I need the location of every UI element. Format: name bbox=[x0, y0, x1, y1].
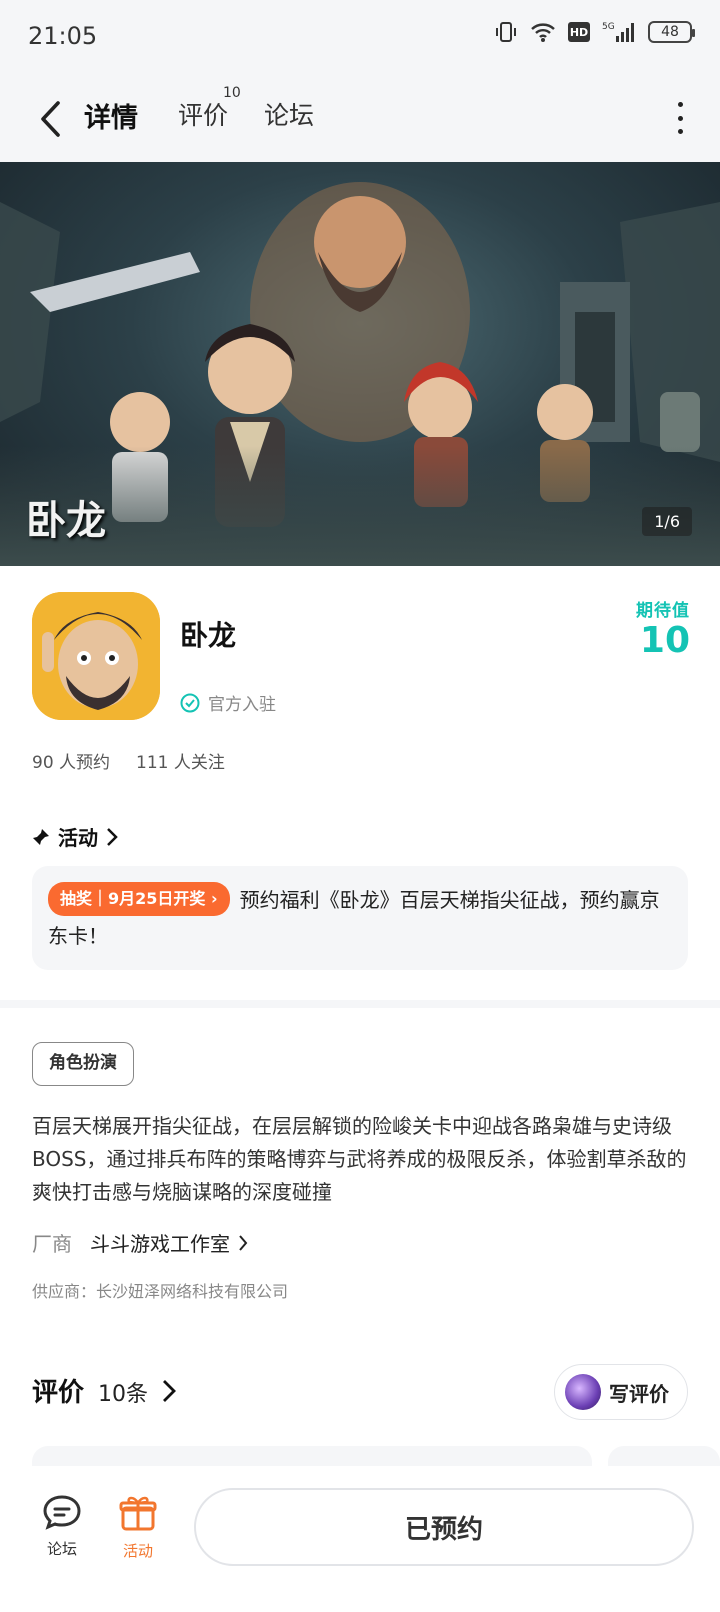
app-icon-artwork bbox=[32, 592, 160, 720]
tab-forum[interactable]: 论坛 bbox=[264, 96, 314, 132]
status-time: 21:05 bbox=[28, 22, 98, 50]
section-divider bbox=[0, 1000, 720, 1008]
app-name: 卧龙 bbox=[180, 619, 237, 652]
genre-tag[interactable]: 角色扮演 bbox=[32, 1042, 134, 1086]
bottom-tab-activity[interactable]: 活动 bbox=[112, 1494, 164, 1561]
write-review-label: 写评价 bbox=[609, 1381, 669, 1406]
activity-card[interactable]: 抽奖｜9月25日开奖 › 预约福利《卧龙》百层天梯指尖征战，预约赢京东卡！ bbox=[32, 866, 688, 970]
reserved-button[interactable]: 已预约 bbox=[194, 1488, 694, 1566]
vendor-label: 厂商 bbox=[32, 1232, 72, 1256]
write-review-button[interactable]: 写评价 bbox=[554, 1364, 688, 1420]
reviews-count: 10条 bbox=[98, 1382, 149, 1407]
more-button[interactable] bbox=[670, 98, 690, 138]
wifi-icon bbox=[531, 23, 555, 42]
user-avatar bbox=[565, 1374, 601, 1410]
status-icons: HD 5G 48 bbox=[494, 20, 695, 44]
follower-count: 111 人关注 bbox=[136, 753, 225, 773]
game-description: 百层天梯展开指尖征战，在层层解锁的险峻关卡中迎战各路枭雄与史诗级BOSS，通过排… bbox=[32, 1114, 687, 1204]
signal-icon: 5G bbox=[602, 22, 634, 42]
supplier-info: 供应商：长沙妞泽网络科技有限公司 bbox=[32, 1282, 289, 1301]
nav-bar: 详情 评价 10 论坛 bbox=[0, 76, 720, 162]
official-label: 官方入驻 bbox=[208, 695, 276, 715]
check-circle-icon bbox=[180, 693, 200, 712]
back-icon bbox=[41, 101, 60, 137]
chevron-right-icon bbox=[239, 1234, 248, 1251]
stats-row: 90 人预约 111 人关注 bbox=[32, 748, 225, 773]
bottom-bar: 论坛 活动 已预约 bbox=[0, 1466, 720, 1612]
vendor-name: 斗斗游戏工作室 bbox=[90, 1232, 230, 1256]
expectation-score: 期待值 10 bbox=[636, 596, 690, 661]
more-icon bbox=[677, 102, 683, 107]
official-badge: 官方入驻 bbox=[180, 690, 276, 715]
pin-icon bbox=[33, 828, 49, 845]
hd-badge: HD bbox=[568, 22, 590, 42]
activity-title: 活动 bbox=[58, 826, 98, 850]
tab-reviews-count: 10 bbox=[223, 85, 241, 101]
reviews-header[interactable]: 评价 10条 bbox=[32, 1372, 176, 1409]
lottery-tag: 抽奖｜9月25日开奖 › bbox=[48, 882, 230, 916]
vibrate-icon bbox=[496, 22, 516, 42]
banner-logo: 卧龙 bbox=[26, 497, 106, 544]
tab-details[interactable]: 详情 bbox=[84, 96, 138, 135]
forum-icon bbox=[43, 1495, 81, 1530]
hero-banner[interactable]: 卧龙 1/6 bbox=[0, 162, 720, 566]
chevron-right-icon bbox=[163, 1379, 176, 1402]
expectation-value: 10 bbox=[639, 620, 690, 661]
vendor-row[interactable]: 厂商 斗斗游戏工作室 bbox=[32, 1228, 248, 1257]
reservation-count: 90 人预约 bbox=[32, 753, 111, 773]
svg-text:5G: 5G bbox=[602, 22, 615, 32]
chevron-right-icon bbox=[107, 827, 118, 846]
activity-header[interactable]: 活动 bbox=[32, 822, 118, 851]
back-button[interactable] bbox=[32, 94, 68, 144]
expectation-label: 期待值 bbox=[636, 601, 690, 621]
reviews-title: 评价 bbox=[32, 1378, 85, 1408]
bottom-tab-forum[interactable]: 论坛 bbox=[38, 1494, 86, 1559]
bottom-tab-activity-label: 活动 bbox=[122, 1542, 153, 1560]
tab-reviews[interactable]: 评价 bbox=[178, 96, 228, 132]
banner-floor bbox=[0, 446, 720, 566]
status-bar: 21:05 HD 5G 48 bbox=[0, 0, 720, 76]
banner-page-indicator: 1/6 bbox=[642, 507, 692, 536]
battery-icon: 48 bbox=[648, 21, 695, 43]
bottom-tab-forum-label: 论坛 bbox=[46, 1540, 77, 1558]
app-icon bbox=[32, 592, 160, 720]
gift-icon bbox=[119, 1496, 157, 1531]
